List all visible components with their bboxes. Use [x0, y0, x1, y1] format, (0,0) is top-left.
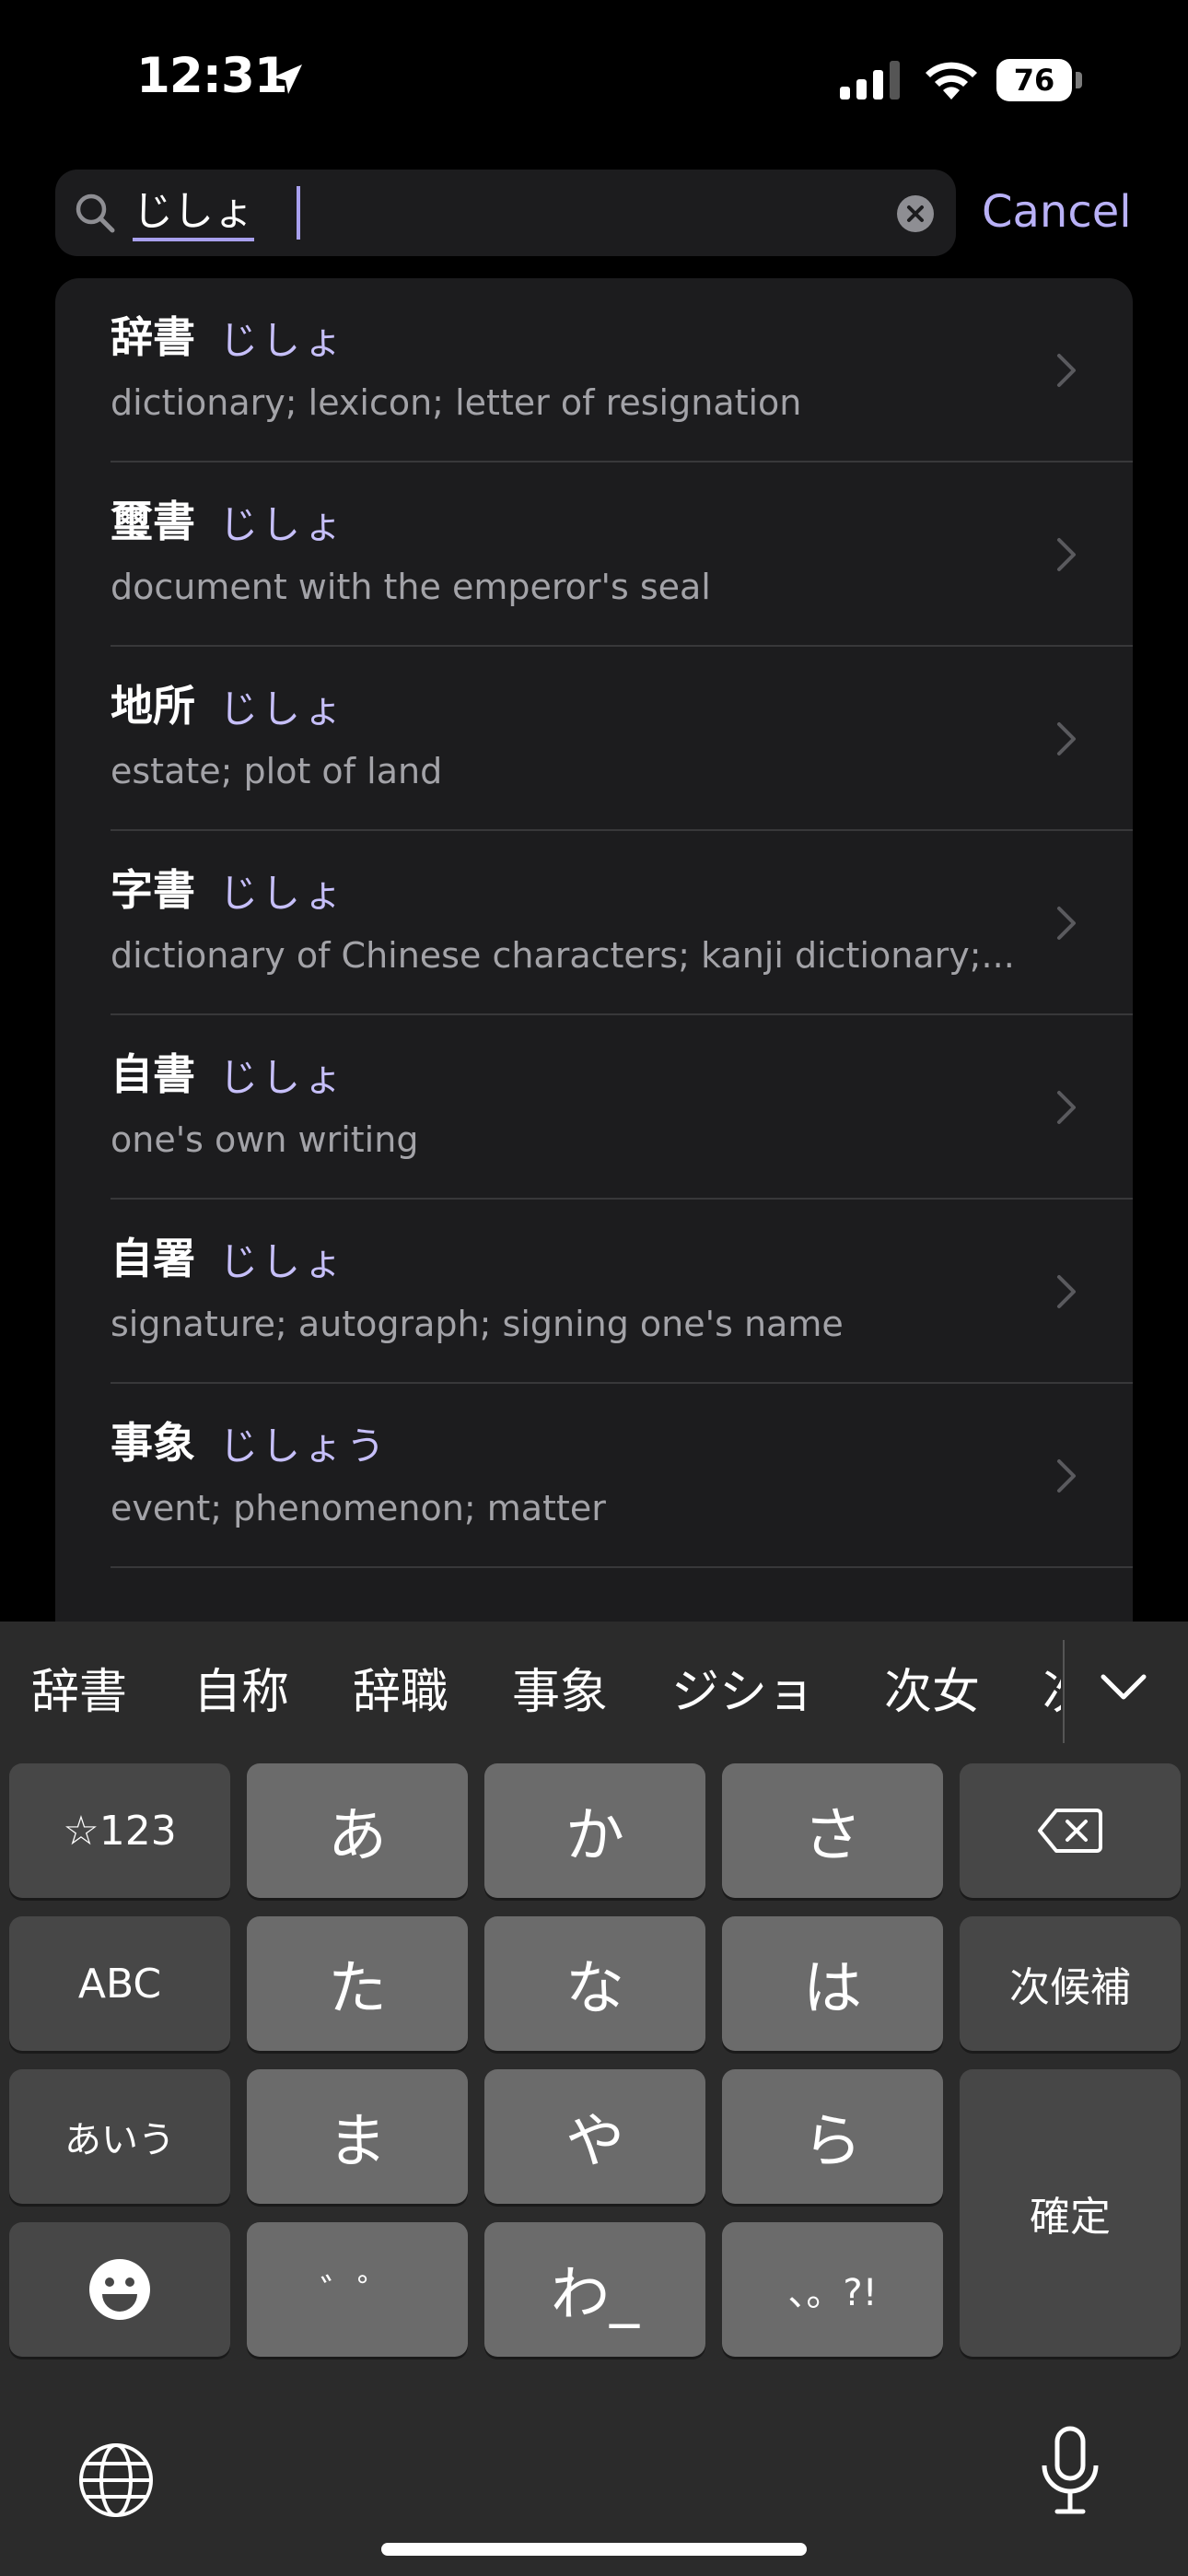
chevron-right-icon: [1057, 354, 1076, 387]
search-results-list: 辞書 じしょ dictionary; lexicon; letter of re…: [55, 278, 1133, 1622]
result-meaning: estate; plot of land: [111, 751, 443, 791]
backspace-key[interactable]: [960, 1763, 1181, 1898]
key-ta[interactable]: た: [247, 1916, 468, 2051]
candidate-item[interactable]: 事象: [512, 1660, 608, 1725]
result-row[interactable]: 事象 じしょう event; phenomenon; matter: [55, 1384, 1133, 1568]
emoji-icon: [89, 2259, 150, 2320]
result-reading: じしょ: [219, 1239, 347, 1284]
result-meaning: dictionary; lexicon; letter of resignati…: [111, 382, 802, 423]
backspace-icon: [1038, 1809, 1102, 1853]
result-meaning: dictionary of Chinese characters; kanji …: [111, 935, 1015, 976]
key-sa[interactable]: さ: [722, 1763, 943, 1898]
chevron-down-icon[interactable]: [1098, 1662, 1149, 1714]
chevron-right-icon: [1057, 1091, 1076, 1124]
key-abc[interactable]: ABC: [9, 1916, 230, 2051]
chevron-right-icon: [1057, 1459, 1076, 1493]
japanese-keyboard: 辞書 自称 辞職 事象 ジショ 次女 次 ☆123 あ か さ ABC た な …: [0, 1622, 1188, 2576]
chevron-right-icon: [1057, 1275, 1076, 1308]
result-reading: じしょ: [219, 1055, 347, 1100]
result-row[interactable]: 自書 じしょ one's own writing: [55, 1015, 1133, 1200]
microphone-icon[interactable]: [1039, 2425, 1101, 2517]
candidate-item[interactable]: 辞書: [31, 1660, 127, 1725]
result-row[interactable]: 字書 じしょ dictionary of Chinese characters;…: [55, 831, 1133, 1015]
clear-text-icon[interactable]: [897, 195, 934, 232]
result-reading: じしょう: [219, 1423, 390, 1469]
key-ra[interactable]: ら: [722, 2069, 943, 2204]
key-numbers[interactable]: ☆123: [9, 1763, 230, 1898]
key-ka[interactable]: か: [484, 1763, 705, 1898]
candidate-item[interactable]: 次女: [884, 1660, 980, 1725]
result-row[interactable]: 地所 じしょ estate; plot of land: [55, 647, 1133, 831]
key-a[interactable]: あ: [247, 1763, 468, 1898]
status-bar: 12:31 76: [0, 0, 1188, 157]
key-punctuation[interactable]: 、。?!: [722, 2222, 943, 2357]
chevron-right-icon: [1057, 538, 1076, 571]
candidate-divider: [1063, 1640, 1065, 1743]
result-row-partial[interactable]: [55, 1568, 1133, 1622]
result-reading: じしょ: [219, 686, 347, 732]
result-word: 自署: [111, 1234, 195, 1283]
search-field[interactable]: じしょ: [55, 170, 956, 256]
result-reading: じしょ: [219, 871, 347, 916]
cellular-signal-icon: [840, 61, 900, 100]
candidate-bar: 辞書 自称 辞職 事象 ジショ 次女 次: [0, 1622, 1188, 1760]
candidate-item[interactable]: 自称: [193, 1660, 289, 1725]
status-time: 12:31: [136, 48, 288, 104]
key-ha[interactable]: は: [722, 1916, 943, 2051]
candidate-item[interactable]: ジショ: [671, 1660, 815, 1725]
cancel-button[interactable]: Cancel: [982, 182, 1132, 241]
search-input[interactable]: じしょ: [133, 186, 254, 241]
result-word: 璽書: [111, 497, 195, 546]
result-word: 自書: [111, 1049, 195, 1099]
result-reading: じしょ: [219, 318, 347, 363]
result-word: 事象: [111, 1418, 195, 1468]
candidate-item[interactable]: 辞職: [353, 1660, 448, 1725]
result-word: 字書: [111, 865, 195, 915]
result-meaning: document with the emperor's seal: [111, 567, 711, 607]
chevron-right-icon: [1057, 722, 1076, 755]
key-kana-mode[interactable]: あいう: [9, 2069, 230, 2204]
result-row[interactable]: 辞書 じしょ dictionary; lexicon; letter of re…: [55, 278, 1133, 463]
result-meaning: event; phenomenon; matter: [111, 1488, 606, 1528]
key-confirm[interactable]: 確定: [960, 2069, 1181, 2357]
result-meaning: signature; autograph; signing one's name: [111, 1304, 844, 1344]
result-word: 地所: [111, 681, 195, 731]
key-ya[interactable]: や: [484, 2069, 705, 2204]
result-row[interactable]: 自署 じしょ signature; autograph; signing one…: [55, 1200, 1133, 1384]
result-meaning: one's own writing: [111, 1119, 419, 1160]
key-na[interactable]: な: [484, 1916, 705, 2051]
globe-icon[interactable]: [77, 2441, 155, 2519]
home-indicator[interactable]: [381, 2543, 807, 2556]
result-word: 辞書: [111, 312, 195, 362]
battery-level: 76: [996, 59, 1072, 101]
candidate-item[interactable]: 次: [1042, 1660, 1061, 1725]
key-wa[interactable]: わ_: [484, 2222, 705, 2357]
location-arrow-icon: [273, 64, 302, 94]
key-next-candidate[interactable]: 次候補: [960, 1916, 1181, 2051]
battery-indicator: 76: [996, 59, 1085, 101]
wifi-icon: [926, 62, 977, 100]
text-caret: [297, 186, 300, 240]
chevron-right-icon: [1057, 907, 1076, 940]
search-icon: [76, 193, 115, 233]
key-dakuten[interactable]: ゛゜: [247, 2222, 468, 2357]
emoji-key[interactable]: [9, 2222, 230, 2357]
result-row[interactable]: 璽書 じしょ document with the emperor's seal: [55, 463, 1133, 647]
key-ma[interactable]: ま: [247, 2069, 468, 2204]
result-reading: じしょ: [219, 502, 347, 547]
battery-nub: [1076, 72, 1082, 88]
